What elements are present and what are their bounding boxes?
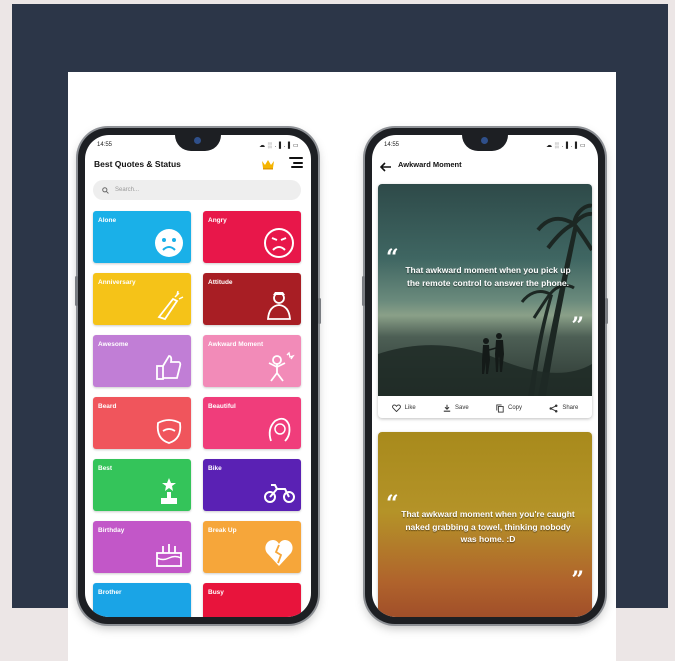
category-label: Best xyxy=(98,465,113,472)
phone-left: 14:55 ☁ ░ .▐ .▐ ▭ Best Quotes & Status S… xyxy=(75,128,321,624)
thumbs-up-icon xyxy=(156,355,182,380)
category-label: Alone xyxy=(98,217,117,224)
page-title: Awkward Moment xyxy=(398,160,462,169)
category-label: Anniversary xyxy=(98,279,136,286)
broken-heart-icon xyxy=(265,540,293,566)
quote-text: That awkward moment when you're caught n… xyxy=(401,509,575,544)
crown-icon[interactable] xyxy=(261,157,275,170)
category-label: Bike xyxy=(208,465,222,472)
like-label: Like xyxy=(404,405,416,411)
sad-face-icon xyxy=(155,229,183,257)
category-tile-break-up[interactable]: Break Up xyxy=(203,521,301,573)
like-button[interactable]: Like xyxy=(391,404,416,412)
search-input[interactable]: Search... xyxy=(93,180,301,200)
app-title: Best Quotes & Status xyxy=(94,159,181,169)
category-tile-bike[interactable]: Bike xyxy=(203,459,301,511)
category-label: Awkward Moment xyxy=(208,341,264,348)
phone-right: 14:55 ☁ ░ .▐ .▐ ▭ Awkward Moment “ That … xyxy=(362,128,608,624)
status-icons: ☁ ░ .▐ .▐ ▭ xyxy=(259,142,299,149)
share-icon xyxy=(549,404,558,412)
angry-face-icon xyxy=(264,228,294,258)
front-camera xyxy=(481,137,488,144)
search-icon xyxy=(102,186,109,194)
heart-icon xyxy=(391,404,401,412)
woman-face-icon xyxy=(268,417,291,442)
beach-scene xyxy=(378,203,592,396)
category-label: Attitude xyxy=(208,279,233,286)
volume-button xyxy=(362,276,365,306)
share-button[interactable]: Share xyxy=(549,404,578,413)
status-time: 14:55 xyxy=(97,142,113,148)
category-tile-angry[interactable]: Angry xyxy=(203,211,301,263)
close-quote-mark: ” xyxy=(571,567,584,593)
category-label: Busy xyxy=(208,589,224,596)
category-label: Beard xyxy=(98,403,117,410)
trophy-icon xyxy=(161,478,177,504)
open-quote-mark: “ xyxy=(386,245,399,271)
quote-image: “ That awkward moment when you pick up t… xyxy=(378,184,592,396)
volume-button xyxy=(75,276,78,306)
category-tile-awkward-moment[interactable]: Awkward Moment xyxy=(203,335,301,387)
save-label: Save xyxy=(454,405,469,411)
copy-button[interactable]: Copy xyxy=(496,403,522,413)
category-label: Birthday xyxy=(98,527,125,534)
cake-icon xyxy=(156,544,182,567)
category-tile-alone[interactable]: Alone xyxy=(93,211,191,263)
front-camera xyxy=(194,137,201,144)
champagne-icon xyxy=(157,290,184,321)
search-placeholder: Search... xyxy=(115,187,140,193)
category-tile-anniversary[interactable]: Anniversary xyxy=(93,273,191,325)
screen-categories: 14:55 ☁ ░ .▐ .▐ ▭ Best Quotes & Status S… xyxy=(85,135,311,617)
close-quote-mark: ” xyxy=(571,313,584,339)
back-arrow-icon[interactable] xyxy=(379,159,392,177)
category-tile-beard[interactable]: Beard xyxy=(93,397,191,449)
download-icon xyxy=(443,404,451,412)
category-tile-awesome[interactable]: Awesome xyxy=(93,335,191,387)
save-button[interactable]: Save xyxy=(443,404,469,412)
status-icons: ☁ ░ .▐ .▐ ▭ xyxy=(546,142,586,149)
quote-card[interactable]: “ That awkward moment when you pick up t… xyxy=(378,184,592,418)
category-tile-beautiful[interactable]: Beautiful xyxy=(203,397,301,449)
category-label: Break Up xyxy=(208,527,237,534)
quote-card[interactable]: “ That awkward moment when you're caught… xyxy=(378,432,592,617)
motorbike-icon xyxy=(264,484,295,503)
beard-icon xyxy=(156,419,182,444)
quote-actions: Like Save Copy Share xyxy=(378,398,592,418)
status-time: 14:55 xyxy=(384,142,400,148)
category-tile-best[interactable]: Best xyxy=(93,459,191,511)
category-label: Awesome xyxy=(98,341,129,348)
category-tile-attitude[interactable]: Attitude xyxy=(203,273,301,325)
menu-icon[interactable] xyxy=(289,157,303,169)
power-button xyxy=(318,298,321,324)
category-label: Beautiful xyxy=(208,403,236,410)
category-tile-busy[interactable]: Busy xyxy=(203,583,301,617)
open-quote-mark: “ xyxy=(386,491,399,517)
category-tile-birthday[interactable]: Birthday xyxy=(93,521,191,573)
category-label: Angry xyxy=(208,217,227,224)
category-tile-brother[interactable]: Brother xyxy=(93,583,191,617)
quote-text: That awkward moment when you pick up the… xyxy=(405,265,571,288)
category-label: Brother xyxy=(98,589,122,596)
power-button xyxy=(605,298,608,324)
copy-label: Copy xyxy=(507,405,522,411)
awkward-person-icon xyxy=(268,351,295,382)
screen-quotes: 14:55 ☁ ░ .▐ .▐ ▭ Awkward Moment “ That … xyxy=(372,135,598,617)
share-label: Share xyxy=(562,405,579,411)
attitude-person-icon xyxy=(267,292,291,320)
copy-icon xyxy=(496,403,504,413)
